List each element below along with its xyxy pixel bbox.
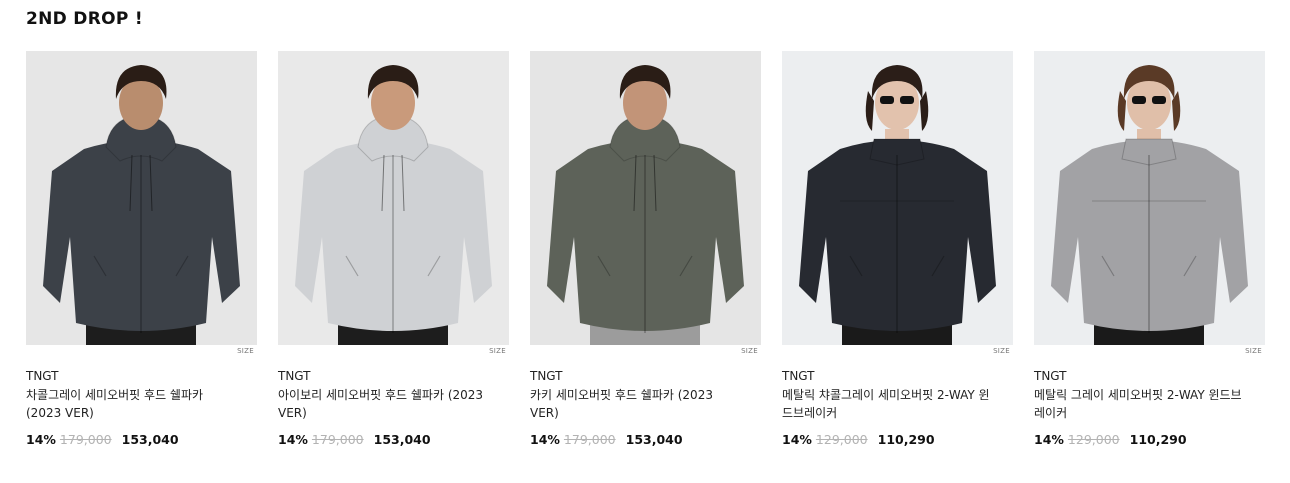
discount-rate: 14%	[782, 432, 812, 447]
original-price: 179,000	[311, 432, 364, 447]
original-price: 179,000	[563, 432, 616, 447]
size-label[interactable]: SIZE	[993, 347, 1010, 355]
product-brand[interactable]: TNGT	[278, 369, 311, 383]
discount-rate: 14%	[1034, 432, 1064, 447]
size-label[interactable]: SIZE	[489, 347, 506, 355]
product-name[interactable]: 메탈릭 챠콜그레이 세미오버핏 2-WAY 윈드브레이커	[782, 386, 992, 422]
price-row: 14% 129,000 110,290	[1034, 432, 1187, 447]
product-card[interactable]: SIZE TNGT 메탈릭 챠콜그레이 세미오버핏 2-WAY 윈드브레이커 14% 1…	[782, 51, 1014, 447]
product-card[interactable]: SIZE TNGT 메탈릭 그레이 세미오버핏 2-WAY 윈드브레이커 14% 129…	[1034, 51, 1266, 447]
sale-price: 153,040	[373, 432, 431, 447]
price-row: 14% 129,000 110,290	[782, 432, 935, 447]
section-title: 2ND DROP !	[26, 9, 143, 29]
product-brand[interactable]: TNGT	[530, 369, 563, 383]
discount-rate: 14%	[26, 432, 56, 447]
price-row: 14% 179,000 153,040	[530, 432, 683, 447]
product-image[interactable]	[782, 51, 1013, 345]
original-price: 129,000	[815, 432, 868, 447]
sale-price: 153,040	[121, 432, 179, 447]
sale-price: 110,290	[1129, 432, 1187, 447]
product-brand[interactable]: TNGT	[782, 369, 815, 383]
product-image[interactable]	[26, 51, 257, 345]
price-row: 14% 179,000 153,040	[26, 432, 179, 447]
product-name[interactable]: 차콜그레이 세미오버핏 후드 쉘파카 (2023 VER)	[26, 386, 236, 422]
original-price: 129,000	[1067, 432, 1120, 447]
product-card[interactable]: SIZE TNGT 아이보리 세미오버핏 후드 쉘파카 (2023 VER) 14% 1…	[278, 51, 510, 447]
product-image[interactable]	[278, 51, 509, 345]
discount-rate: 14%	[530, 432, 560, 447]
product-name[interactable]: 카키 세미오버핏 후드 쉘파카 (2023 VER)	[530, 386, 740, 422]
sale-price: 110,290	[877, 432, 935, 447]
original-price: 179,000	[59, 432, 112, 447]
sale-price: 153,040	[625, 432, 683, 447]
price-row: 14% 179,000 153,040	[278, 432, 431, 447]
product-name[interactable]: 메탈릭 그레이 세미오버핏 2-WAY 윈드브레이커	[1034, 386, 1244, 422]
product-image[interactable]	[1034, 51, 1265, 345]
product-card[interactable]: SIZE TNGT 차콜그레이 세미오버핏 후드 쉘파카 (2023 VER) 14%…	[26, 51, 258, 447]
product-image[interactable]	[530, 51, 761, 345]
product-brand[interactable]: TNGT	[1034, 369, 1067, 383]
product-brand[interactable]: TNGT	[26, 369, 59, 383]
product-card[interactable]: SIZE TNGT 카키 세미오버핏 후드 쉘파카 (2023 VER) 14% 179…	[530, 51, 762, 447]
product-name[interactable]: 아이보리 세미오버핏 후드 쉘파카 (2023 VER)	[278, 386, 488, 422]
size-label[interactable]: SIZE	[237, 347, 254, 355]
size-label[interactable]: SIZE	[1245, 347, 1262, 355]
size-label[interactable]: SIZE	[741, 347, 758, 355]
discount-rate: 14%	[278, 432, 308, 447]
